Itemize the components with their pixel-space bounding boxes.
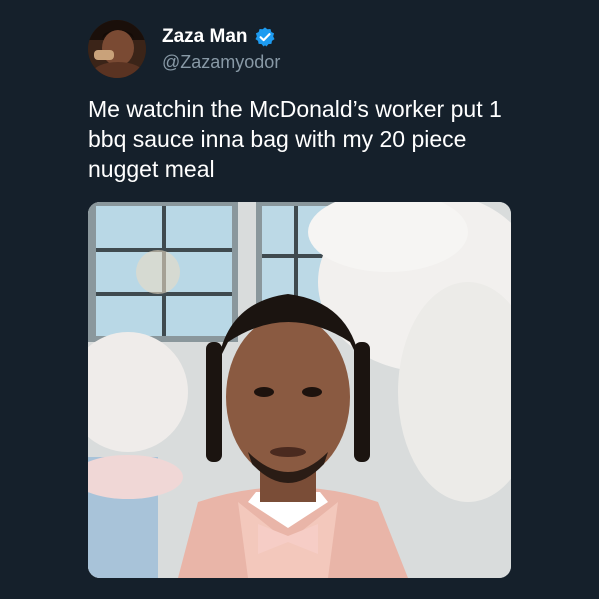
avatar[interactable] (88, 20, 146, 78)
author-name-row: Zaza Man (162, 24, 276, 50)
verified-badge-icon (254, 26, 276, 48)
tweet-text: Me watchin the McDonald’s worker put 1 b… (88, 96, 502, 182)
author-handle[interactable]: @Zazamyodor (162, 52, 280, 73)
avatar-image (88, 20, 146, 78)
photo-image (88, 202, 511, 578)
tweet-card: Zaza Man @Zazamyodor Me watchin the McDo… (0, 0, 599, 599)
author-display-name[interactable]: Zaza Man (162, 26, 248, 48)
tweet-photo[interactable] (88, 202, 511, 578)
